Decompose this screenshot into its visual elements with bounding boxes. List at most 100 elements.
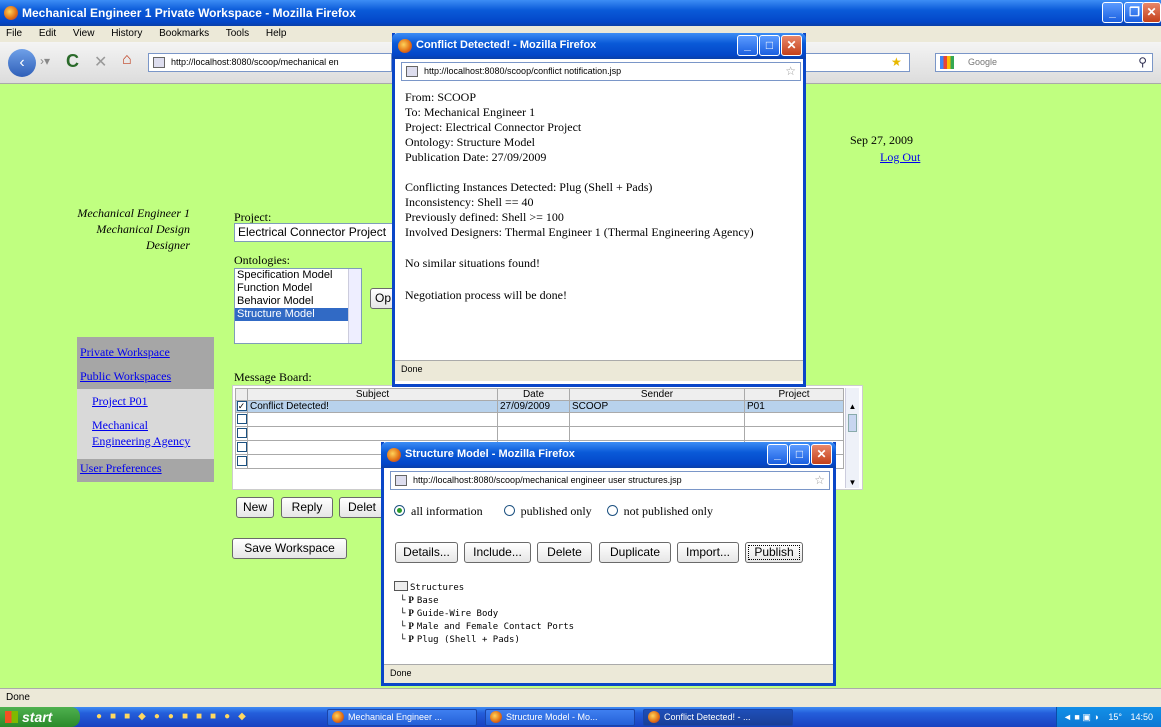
table-row[interactable]: ✓ Conflict Detected! 27/09/2009 SCOOP P0… (235, 400, 844, 413)
url-bar-right[interactable]: ★ (800, 53, 910, 72)
row-checkbox[interactable] (235, 440, 248, 455)
google-icon[interactable] (940, 56, 954, 69)
quicklaunch-firefox-icon[interactable]: ● (168, 711, 182, 722)
radio-all-information[interactable] (394, 505, 405, 516)
start-button[interactable]: start (0, 707, 80, 727)
ontologies-listbox[interactable]: Specification Model Function Model Behav… (234, 268, 362, 344)
header-sender[interactable]: Sender (569, 388, 745, 401)
menu-help[interactable]: Help (266, 28, 287, 39)
row-checkbox[interactable] (235, 454, 248, 469)
task-mechanical-engineer[interactable]: Mechanical Engineer ... (327, 709, 477, 726)
quicklaunch-app-icon[interactable]: ● (224, 711, 238, 722)
radio-published-label[interactable]: published only (521, 504, 592, 518)
table-row[interactable] (235, 426, 844, 441)
quicklaunch-app-icon[interactable]: ◆ (238, 711, 254, 722)
close-button[interactable]: ✕ (811, 444, 832, 465)
task-structure-model[interactable]: Structure Model - Mo... (485, 709, 635, 726)
structure-title-bar[interactable]: Structure Model - Mozilla Firefox _ □ ✕ (381, 442, 836, 468)
import-button[interactable]: Import... (677, 542, 739, 563)
forward-icon[interactable]: ›▾ (40, 54, 50, 68)
scroll-up-icon[interactable]: ▲ (846, 402, 859, 411)
delete-structure-button[interactable]: Delete (537, 542, 592, 563)
include-button[interactable]: Include... (464, 542, 531, 563)
star-icon[interactable]: ★ (891, 54, 902, 71)
table-scrollbar[interactable]: ▲ ▼ (845, 388, 859, 488)
url-bar[interactable]: http://localhost:8080/scoop/mechanical e… (148, 53, 392, 72)
nav-user-preferences[interactable]: User Preferences (80, 461, 162, 476)
publish-button[interactable]: Publish (745, 542, 803, 563)
radio-published-only[interactable] (503, 505, 515, 516)
quicklaunch-ie-icon[interactable]: ● (96, 711, 110, 722)
scroll-thumb[interactable] (848, 414, 857, 432)
conflict-url-bar[interactable]: http://localhost:8080/scoop/conflict not… (401, 62, 801, 81)
main-title-bar[interactable]: Mechanical Engineer 1 Private Workspace … (0, 0, 1161, 26)
ontology-option-specification[interactable]: Specification Model (235, 269, 361, 282)
project-select[interactable]: Electrical Connector Project (234, 223, 404, 242)
row-checkbox[interactable]: ✓ (235, 400, 248, 413)
star-icon[interactable]: ☆ (814, 472, 825, 489)
quicklaunch-app-icon[interactable]: ■ (196, 711, 210, 722)
quicklaunch-app-icon[interactable]: ● (154, 711, 168, 722)
new-button[interactable]: New (236, 497, 274, 518)
row-checkbox[interactable] (235, 426, 248, 441)
tree-root[interactable]: Structures (394, 581, 574, 594)
reload-icon[interactable]: C (66, 51, 79, 72)
close-button[interactable]: ✕ (1142, 2, 1161, 23)
quicklaunch-app-icon[interactable]: ◆ (138, 711, 154, 722)
row-checkbox-empty[interactable] (236, 414, 247, 425)
details-button[interactable]: Details... (395, 542, 458, 563)
menu-bookmarks[interactable]: Bookmarks (159, 28, 209, 39)
menu-tools[interactable]: Tools (226, 28, 249, 39)
quicklaunch-app-icon[interactable]: ■ (182, 711, 196, 722)
nav-public-workspaces[interactable]: Public Workspaces (80, 369, 171, 384)
home-icon[interactable]: ⌂ (122, 51, 132, 69)
menu-view[interactable]: View (73, 28, 95, 39)
minimize-button[interactable]: _ (767, 444, 788, 465)
row-checkbox-empty[interactable] (236, 428, 247, 439)
nav-agency-line2[interactable]: Engineering Agency (92, 434, 190, 449)
tree-item[interactable]: └ P Guide-Wire Body (394, 607, 574, 620)
nav-project-p01[interactable]: Project P01 (92, 394, 148, 409)
maximize-button[interactable]: □ (759, 35, 780, 56)
search-icon[interactable]: ⚲ (1138, 54, 1147, 71)
save-workspace-button[interactable]: Save Workspace (232, 538, 347, 559)
close-button[interactable]: ✕ (781, 35, 802, 56)
row-checkbox[interactable] (235, 412, 248, 427)
minimize-button[interactable]: _ (737, 35, 758, 56)
task-conflict-detected[interactable]: Conflict Detected! - ... (643, 709, 793, 726)
header-subject[interactable]: Subject (247, 388, 498, 401)
nav-private-workspace[interactable]: Private Workspace (80, 345, 170, 360)
header-date[interactable]: Date (497, 388, 570, 401)
radio-all-label[interactable]: all information (411, 504, 483, 518)
ontology-option-function[interactable]: Function Model (235, 282, 361, 295)
minimize-button[interactable]: _ (1102, 2, 1123, 23)
star-icon[interactable]: ☆ (785, 63, 796, 80)
logout-link[interactable]: Log Out (880, 150, 920, 165)
quicklaunch-explorer-icon[interactable]: ■ (110, 711, 124, 722)
structure-url-bar[interactable]: http://localhost:8080/scoop/mechanical e… (390, 471, 830, 490)
scroll-down-icon[interactable]: ▼ (846, 478, 859, 487)
conflict-title-bar[interactable]: Conflict Detected! - Mozilla Firefox _ □… (392, 33, 806, 59)
radio-not-published-label[interactable]: not published only (624, 504, 713, 518)
tree-item[interactable]: └ P Base (394, 594, 574, 607)
duplicate-button[interactable]: Duplicate (599, 542, 671, 563)
maximize-button[interactable]: □ (789, 444, 810, 465)
delete-button[interactable]: Delet (339, 497, 385, 518)
menu-file[interactable]: File (6, 28, 22, 39)
reply-button[interactable]: Reply (281, 497, 333, 518)
tray-icons[interactable]: ◄ ■ ▣ ◑ (1063, 707, 1099, 727)
tree-item[interactable]: └ P Male and Female Contact Ports (394, 620, 574, 633)
listbox-scrollbar[interactable] (348, 269, 361, 343)
row-checkbox-empty[interactable] (236, 456, 247, 467)
menu-edit[interactable]: Edit (39, 28, 56, 39)
tray-clock[interactable]: 14:50 (1130, 712, 1153, 722)
ontology-option-behavior[interactable]: Behavior Model (235, 295, 361, 308)
row-checkbox-checked[interactable]: ✓ (236, 401, 247, 412)
back-icon[interactable]: ‹ (8, 49, 36, 77)
header-project[interactable]: Project (744, 388, 844, 401)
search-box[interactable]: Google ⚲ (935, 53, 1153, 72)
row-checkbox-empty[interactable] (236, 442, 247, 453)
stop-icon[interactable]: ✕ (94, 52, 107, 72)
table-row[interactable] (235, 412, 844, 427)
quicklaunch-app-icon[interactable]: ■ (124, 711, 138, 722)
